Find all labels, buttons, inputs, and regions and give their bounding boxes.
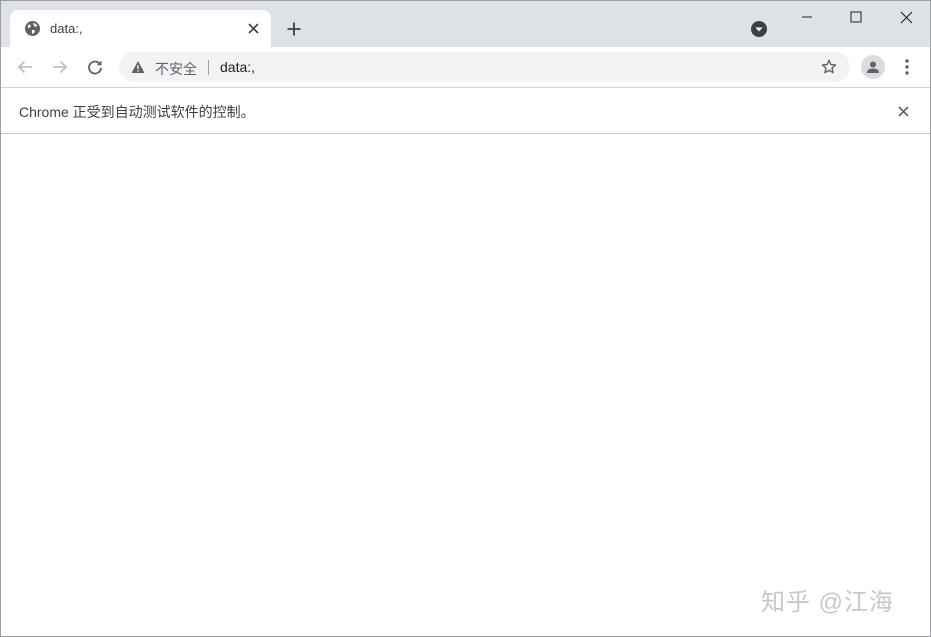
url-text[interactable]: data:, <box>220 59 255 75</box>
plus-icon[interactable] <box>282 17 306 41</box>
maximize-icon[interactable] <box>831 1 881 33</box>
close-icon[interactable] <box>245 20 262 37</box>
security-status-label[interactable]: 不安全 <box>155 59 197 79</box>
warning-icon[interactable] <box>131 60 145 74</box>
minimize-icon[interactable] <box>782 1 832 33</box>
kebab-menu-icon[interactable] <box>897 55 917 79</box>
watermark: 知乎 @江海 <box>761 589 895 616</box>
browser-window: data:, 不安全 data:, Chrome 正受到自动测试软件的控制。 知… <box>0 0 931 637</box>
toolbar: 不安全 data:, <box>1 47 930 88</box>
globe-icon <box>24 20 41 37</box>
address-bar[interactable]: 不安全 data:, <box>119 52 850 82</box>
arrow-left-icon[interactable] <box>13 55 37 79</box>
automation-infobar: Chrome 正受到自动测试软件的控制。 <box>1 88 930 134</box>
tab-active[interactable]: data:, <box>10 10 271 47</box>
tab-strip: data:, <box>1 1 930 47</box>
omnibox-divider <box>208 60 209 75</box>
page-content: 知乎 @江海 <box>1 134 930 636</box>
person-icon[interactable] <box>861 55 885 79</box>
close-icon[interactable] <box>894 102 912 120</box>
arrow-right-icon[interactable] <box>48 55 72 79</box>
chevron-down-circle-icon[interactable] <box>750 20 768 38</box>
close-icon[interactable] <box>881 1 930 33</box>
star-icon[interactable] <box>819 57 839 77</box>
reload-icon[interactable] <box>83 55 107 79</box>
infobar-message: Chrome 正受到自动测试软件的控制。 <box>19 104 255 120</box>
tab-title: data:, <box>50 21 83 36</box>
